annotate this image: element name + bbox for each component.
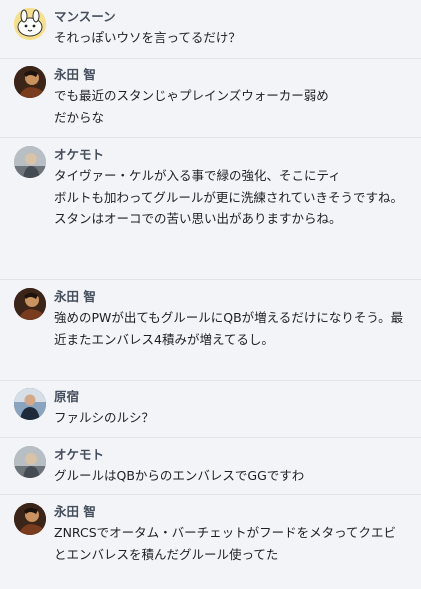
message-item: 永田 智 でも最近のスタンじゃプレインズウォーカー弱め だからな [0, 66, 421, 128]
message-divider [0, 137, 421, 138]
message-divider [0, 380, 421, 381]
message-item: マンスーン それっぽいウソを言ってるだけ？ [0, 8, 421, 49]
message-item: 原宿 ファルシのルシ？ [0, 388, 421, 429]
message-author[interactable]: 永田 智 [54, 288, 405, 305]
message-author[interactable]: オケモト [54, 446, 405, 463]
message-divider [0, 437, 421, 438]
message-divider [0, 494, 421, 495]
message-text: グルールはQBからのエンバレスでGGですわ [54, 468, 305, 483]
message-author[interactable]: オケモト [54, 146, 405, 163]
message-divider [0, 279, 421, 280]
message-item: 永田 智 ZNRCSでオータム・バーチェットがフードをメタってクエビとエンバレス… [0, 503, 421, 565]
message-author[interactable]: マンスーン [54, 8, 405, 25]
message-author[interactable]: 永田 智 [54, 503, 405, 520]
message-author[interactable]: 永田 智 [54, 66, 405, 83]
message-text: でも最近のスタンじゃプレインズウォーカー弱め だからな [54, 88, 329, 125]
message-thread: マンスーン それっぽいウソを言ってるだけ？ 永田 智 でも最近のスタンじゃプレイ… [0, 0, 421, 589]
message-item: オケモト グルールはQBからのエンバレスでGGですわ [0, 446, 421, 487]
message-text: ファルシのルシ？ [54, 410, 155, 425]
message-item: 永田 智 強めのPWが出てもグルールにQBが増えるだけになりそう。最近またエンバ… [0, 288, 421, 350]
message-text: それっぽいウソを言ってるだけ？ [54, 30, 241, 45]
message-text: ZNRCSでオータム・バーチェットがフードをメタってクエビとエンバレスを積んだグ… [54, 525, 397, 562]
message-divider [0, 58, 421, 59]
message-item: オケモト タイヴァー・ケルが入る事で緑の強化、そこにティ ボルトも加わってグルー… [0, 146, 421, 230]
message-author[interactable]: 原宿 [54, 388, 405, 405]
message-text: タイヴァー・ケルが入る事で緑の強化、そこにティ ボルトも加わってグルールが更に洗… [54, 168, 404, 226]
message-text: 強めのPWが出てもグルールにQBが増えるだけになりそう。最近またエンバレス4積み… [54, 310, 404, 347]
